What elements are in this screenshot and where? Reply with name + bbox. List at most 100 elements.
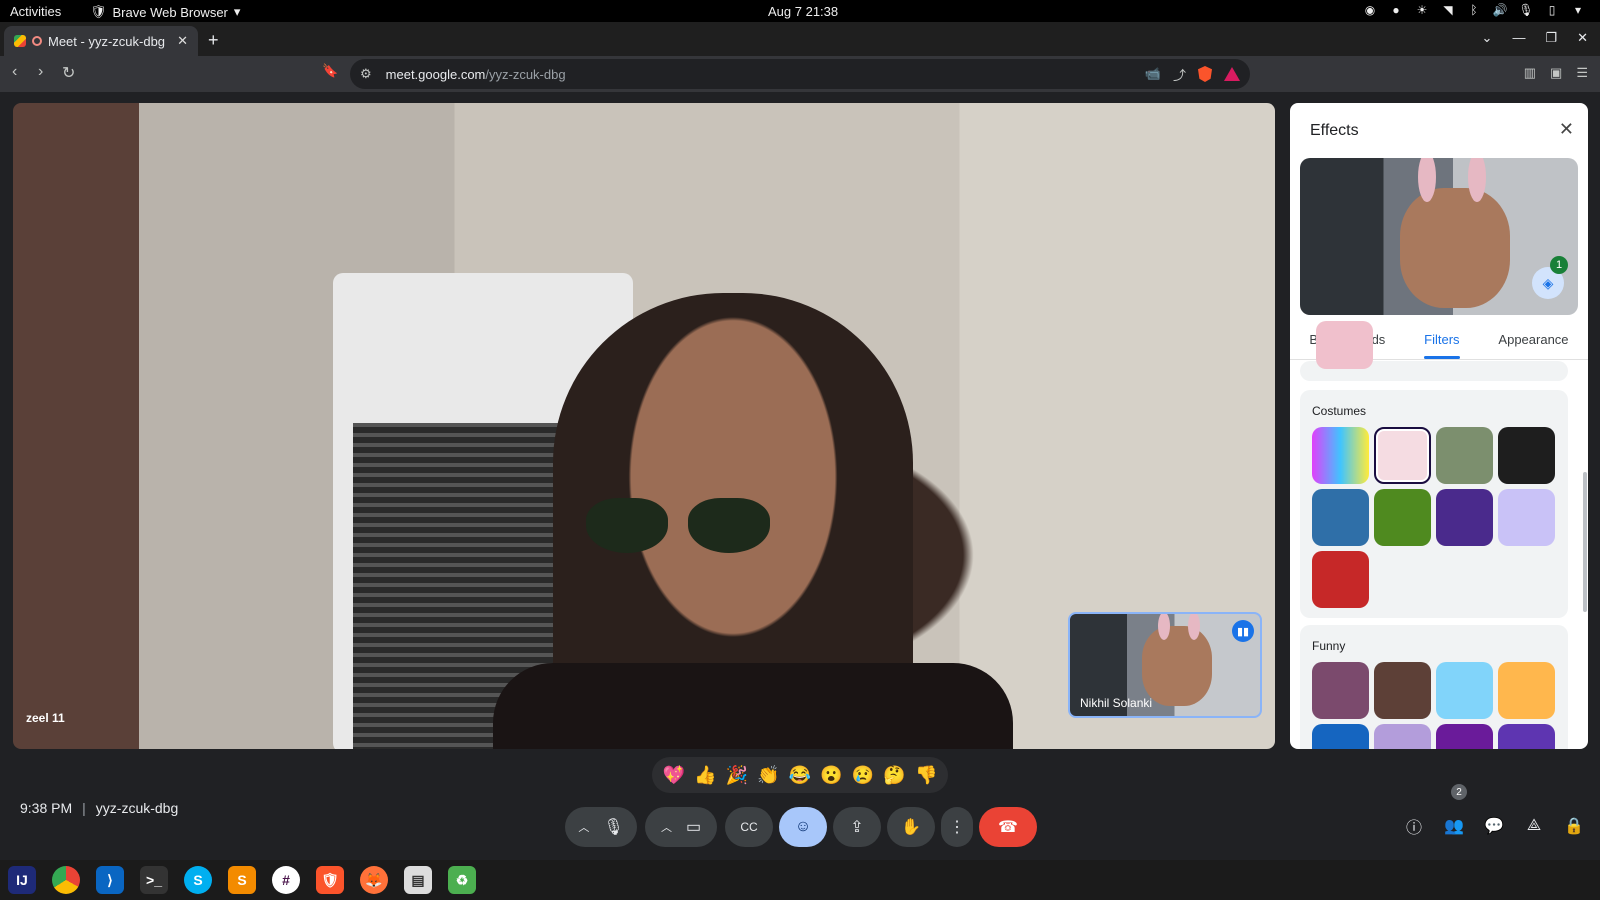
microphone-icon: 🎙: [1518, 3, 1534, 17]
new-tab-button[interactable]: +: [208, 30, 219, 51]
app-menu[interactable]: 🛡 Brave Web Browser ▾: [90, 4, 240, 20]
reaction-clap[interactable]: 👏: [757, 765, 779, 786]
close-icon[interactable]: ✕: [1559, 119, 1574, 140]
address-bar[interactable]: ⚙ meet.google.com/yyz-zcuk-dbg 📹 ⤴: [350, 59, 1250, 89]
meeting-details-button[interactable]: ⓘ: [1394, 806, 1434, 846]
brightness-icon: ☀: [1416, 3, 1428, 17]
tab-appearance[interactable]: Appearance: [1498, 328, 1568, 359]
filter-thumbnail[interactable]: [1374, 724, 1431, 749]
app-menu-label: Brave Web Browser: [112, 4, 228, 20]
more-vert-icon: ⋮: [949, 819, 965, 836]
more-options-button[interactable]: ⋮: [941, 807, 973, 847]
sublime-icon[interactable]: S: [228, 866, 256, 894]
recording-indicator-icon: [32, 36, 42, 46]
cat-face-filter[interactable]: [1498, 662, 1555, 719]
reaction-thumbs-down[interactable]: 👎: [915, 765, 937, 786]
cat-glasses-filter[interactable]: [1498, 489, 1555, 546]
close-window-icon[interactable]: ✕: [1577, 30, 1588, 46]
captions-button[interactable]: CC: [725, 807, 773, 847]
system-top-bar: Activities 🛡 Brave Web Browser ▾ Aug 7 2…: [0, 0, 1600, 22]
system-tray[interactable]: ◉ ● ☀ ◥ ᛒ 🔊 🎙 ▯ ▾: [1362, 2, 1586, 18]
reaction-thumbs-up[interactable]: 👍: [694, 765, 716, 786]
close-tab-icon[interactable]: ✕: [177, 33, 188, 49]
tree-stump-filter[interactable]: [1374, 489, 1431, 546]
meet-app: zeel 11 ▮▮ Nikhil Solanki Effects ✕ ◈ 1 …: [0, 92, 1600, 900]
meeting-info: 9:38 PM | yyz-zcuk-dbg: [20, 800, 179, 816]
microphone-icon[interactable]: 🎙: [603, 817, 623, 837]
activities-button[interactable]: Activities: [10, 4, 61, 19]
brave-shields-icon[interactable]: [1198, 66, 1212, 82]
terminal-icon[interactable]: >_: [140, 866, 168, 894]
files-icon[interactable]: ▤: [404, 866, 432, 894]
camera-in-use-icon[interactable]: 📹: [1145, 66, 1161, 82]
filter-thumbnail[interactable]: [1316, 321, 1373, 369]
raise-hand-button[interactable]: ✋: [887, 807, 935, 847]
minimize-icon[interactable]: —: [1512, 30, 1525, 46]
volume-icon: 🔊: [1492, 3, 1508, 17]
self-view-tile[interactable]: ▮▮ Nikhil Solanki: [1068, 612, 1262, 718]
tab-strip: Meet - yyz-zcuk-dbg ✕ + ⌄ — ❐ ✕: [0, 22, 1600, 56]
share-icon[interactable]: ⤴: [1173, 65, 1186, 84]
filter-thumbnail[interactable]: [1436, 724, 1493, 749]
slack-icon[interactable]: #: [272, 866, 300, 894]
intellij-icon[interactable]: IJ: [8, 866, 36, 894]
filter-thumbnail[interactable]: [1312, 724, 1369, 749]
tab-search-icon[interactable]: ⌄: [1482, 30, 1493, 46]
tab-filters[interactable]: Filters: [1424, 328, 1460, 359]
chevron-up-icon[interactable]: ︿: [661, 819, 672, 835]
reaction-laugh[interactable]: 😂: [789, 765, 811, 786]
effects-scrollbar[interactable]: [1583, 472, 1587, 612]
maximize-icon[interactable]: ❐: [1545, 30, 1557, 46]
update-tray-icon[interactable]: ●: [1388, 2, 1404, 18]
reload-icon[interactable]: ↻: [62, 63, 75, 83]
site-info-icon[interactable]: ⚙: [360, 66, 372, 82]
chat-button[interactable]: 💬: [1474, 806, 1514, 846]
camera-icon[interactable]: ▭: [686, 817, 701, 837]
back-icon[interactable]: ‹: [12, 63, 17, 81]
forward-icon[interactable]: ›: [38, 63, 43, 81]
vscode-icon[interactable]: ⟩: [96, 866, 124, 894]
participant-name: zeel 11: [26, 711, 65, 725]
url-text[interactable]: meet.google.com/yyz-zcuk-dbg: [386, 67, 566, 82]
present-button[interactable]: ⇪: [833, 807, 881, 847]
cowboy-hat-filter[interactable]: [1312, 489, 1369, 546]
filter-thumbnail[interactable]: [1498, 724, 1555, 749]
wallet-icon[interactable]: ▣: [1550, 65, 1562, 81]
reaction-heart[interactable]: 💖: [663, 765, 685, 786]
emoji-reactions-button[interactable]: ☺: [779, 807, 827, 847]
trash-icon[interactable]: ♻: [448, 866, 476, 894]
sidebar-icon[interactable]: ▥: [1524, 65, 1536, 81]
reaction-sad[interactable]: 😢: [852, 765, 874, 786]
chrome-tray-icon[interactable]: ◉: [1362, 2, 1378, 18]
brave-icon[interactable]: 🛡: [316, 866, 344, 894]
reaction-party[interactable]: 🎉: [726, 765, 748, 786]
flying-fox-filter[interactable]: [1436, 662, 1493, 719]
tab-meet[interactable]: Meet - yyz-zcuk-dbg ✕: [4, 26, 198, 56]
brave-rewards-icon[interactable]: [1224, 67, 1240, 81]
menu-icon[interactable]: ☰: [1576, 65, 1588, 81]
wifi-icon: ◥: [1443, 3, 1453, 17]
microphone-control[interactable]: ︿ 🎙: [565, 807, 637, 847]
funny-section: Funny: [1300, 625, 1568, 749]
leave-call-button[interactable]: ☎: [979, 807, 1037, 847]
bookmark-icon[interactable]: 🔖: [322, 63, 338, 79]
cake-filter[interactable]: [1312, 662, 1369, 719]
pirate-filter[interactable]: [1312, 551, 1369, 608]
camera-control[interactable]: ︿ ▭: [645, 807, 717, 847]
reaction-surprised[interactable]: 😮: [820, 765, 842, 786]
firefox-icon[interactable]: 🦊: [360, 866, 388, 894]
people-button[interactable]: 👥: [1434, 806, 1474, 846]
rainbow-hair-filter[interactable]: [1312, 427, 1369, 484]
activities-button[interactable]: ⟁: [1514, 806, 1554, 846]
bunny-ears-filter[interactable]: [1374, 427, 1431, 484]
reaction-thinking[interactable]: 🤔: [883, 765, 905, 786]
skype-icon[interactable]: S: [184, 866, 212, 894]
egg-filter[interactable]: [1374, 662, 1431, 719]
black-hat-filter[interactable]: [1498, 427, 1555, 484]
host-controls-button[interactable]: 🔒: [1554, 806, 1594, 846]
glasses-mustache-filter[interactable]: [1436, 427, 1493, 484]
chrome-icon[interactable]: [52, 866, 80, 894]
astronaut-filter[interactable]: [1436, 489, 1493, 546]
clock[interactable]: Aug 7 21:38: [768, 4, 838, 19]
chevron-up-icon[interactable]: ︿: [578, 819, 589, 835]
